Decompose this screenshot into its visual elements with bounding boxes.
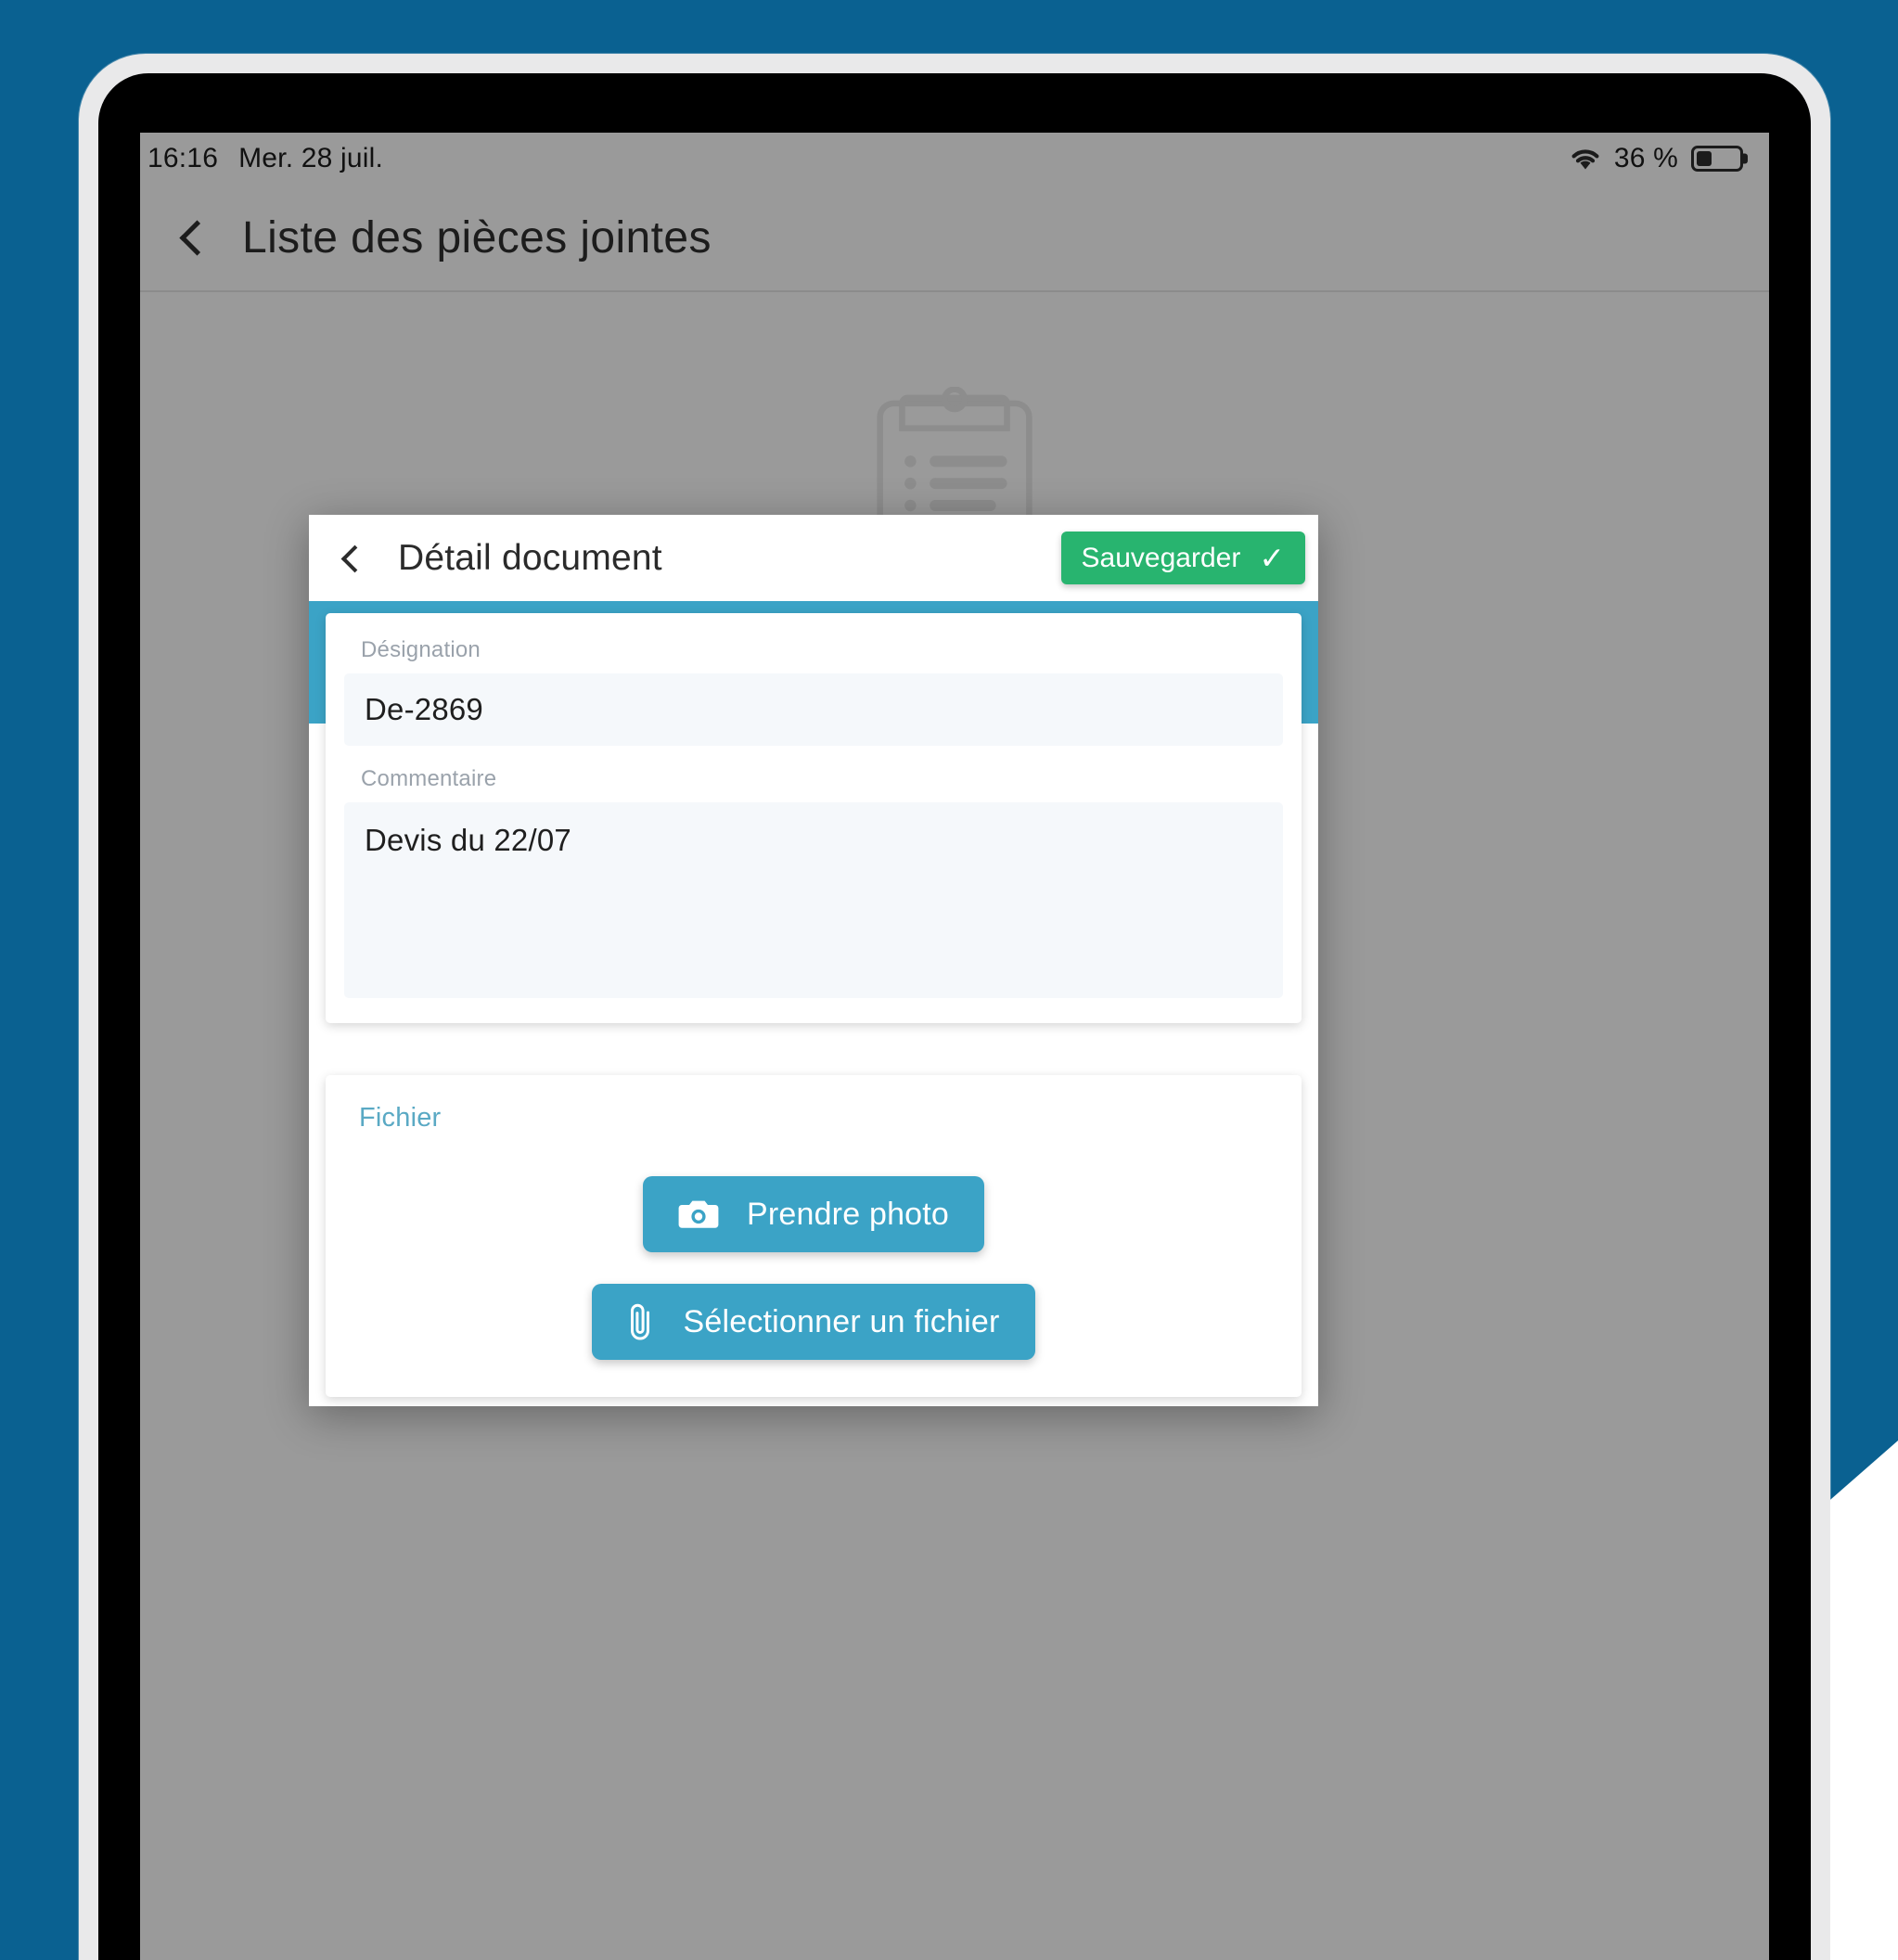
document-detail-modal: Détail document Sauvegarder ✓ Désignatio…	[309, 515, 1318, 1406]
modal-header: Détail document Sauvegarder ✓	[309, 515, 1318, 601]
check-icon: ✓	[1259, 541, 1285, 575]
save-button-label: Sauvegarder	[1081, 542, 1241, 573]
commentaire-field-group: Commentaire	[342, 766, 1285, 1003]
modal-back-chevron-left-icon[interactable]	[337, 546, 361, 570]
status-bar: 16:16 Mer. 28 juil. 36 %	[140, 133, 1769, 185]
page-title: Liste des pièces jointes	[242, 212, 712, 263]
device-screen: 16:16 Mer. 28 juil. 36 % Liste des pièce…	[140, 133, 1769, 1960]
wifi-icon	[1570, 147, 1601, 171]
nav-bar: Liste des pièces jointes	[140, 185, 1769, 292]
modal-title: Détail document	[398, 537, 662, 578]
battery-icon	[1691, 146, 1743, 172]
paperclip-icon	[627, 1301, 655, 1342]
camera-icon	[678, 1198, 719, 1231]
fields-card: Désignation Commentaire	[326, 613, 1302, 1023]
designation-label: Désignation	[361, 637, 481, 662]
designation-field-group: Désignation	[342, 637, 1285, 746]
commentaire-input[interactable]	[344, 802, 1283, 998]
save-button[interactable]: Sauvegarder ✓	[1060, 532, 1305, 584]
file-card: Fichier Prendre photo Sélectionner un fi…	[326, 1075, 1302, 1397]
modal-body: Désignation Commentaire Fichier	[309, 601, 1318, 1406]
file-action-buttons: Prendre photo Sélectionner un fichier	[342, 1176, 1285, 1360]
battery-percent-label: 36 %	[1613, 143, 1678, 173]
tablet-device: 16:16 Mer. 28 juil. 36 % Liste des pièce…	[79, 54, 1830, 1960]
commentaire-label: Commentaire	[361, 766, 497, 791]
take-photo-label: Prendre photo	[746, 1196, 950, 1232]
chevron-left-icon[interactable]	[173, 222, 205, 253]
fichier-label: Fichier	[359, 1103, 442, 1133]
select-file-button[interactable]: Sélectionner un fichier	[592, 1284, 1035, 1360]
status-bar-time: 16:16	[147, 143, 219, 173]
take-photo-button[interactable]: Prendre photo	[642, 1176, 985, 1252]
device-bezel: 16:16 Mer. 28 juil. 36 % Liste des pièce…	[98, 73, 1811, 1960]
select-file-label: Sélectionner un fichier	[683, 1303, 1000, 1339]
status-bar-date: Mer. 28 juil.	[238, 143, 384, 173]
designation-input[interactable]	[344, 673, 1283, 746]
